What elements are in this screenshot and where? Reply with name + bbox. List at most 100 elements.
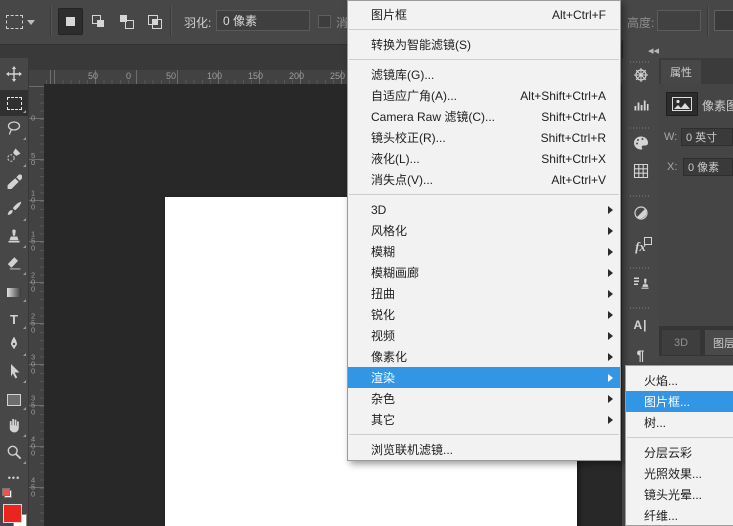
field-input-X[interactable]: 0 像素	[683, 158, 733, 176]
tab-properties[interactable]: 属性	[661, 60, 701, 84]
render-submenu-item[interactable]: 光照效果...	[626, 463, 733, 484]
tool-eraser-tool[interactable]	[0, 252, 28, 278]
feather-label: 羽化:	[184, 14, 211, 31]
filter-menu-separator	[349, 59, 619, 60]
tool-brush-tool[interactable]	[0, 198, 28, 224]
navigator-wheel-icon	[633, 67, 649, 88]
mode-subtract-from-selection[interactable]	[114, 8, 139, 35]
render-submenu-item[interactable]: 镜头光晕...	[626, 484, 733, 505]
tool-eyedropper-tool[interactable]	[0, 171, 28, 197]
filter-menu-item[interactable]: 模糊画廊	[348, 262, 620, 283]
panel-icon-histogram[interactable]	[622, 93, 659, 121]
filter-menu-item[interactable]: 像素化	[348, 346, 620, 367]
tool-rectangular-marquee-tool[interactable]	[0, 90, 28, 116]
tool-type-tool[interactable]: T	[0, 306, 28, 332]
mode-add-to-selection[interactable]	[86, 8, 111, 35]
collapse-panels-button[interactable]: ◂◂	[648, 44, 659, 57]
tool-path-selection-tool[interactable]	[0, 360, 28, 386]
tool-lasso-tool[interactable]	[0, 117, 28, 143]
eraser-icon	[6, 255, 22, 276]
mode-intersect-selection[interactable]	[142, 8, 167, 35]
filter-menu-item[interactable]: 消失点(V)...Alt+Ctrl+V	[348, 169, 620, 190]
filter-menu-item[interactable]: 镜头校正(R)...Shift+Ctrl+R	[348, 127, 620, 148]
filter-menu-item-shortcut: Alt+Shift+Ctrl+A	[520, 89, 606, 103]
filter-menu-item[interactable]: 图片框Alt+Ctrl+F	[348, 4, 620, 25]
filter-menu-item-label: 杂色	[371, 390, 395, 407]
tool-pen-tool[interactable]	[0, 333, 28, 359]
tab-layers[interactable]: 图层	[705, 330, 733, 355]
filter-menu-item[interactable]: Camera Raw 滤镜(C)...Shift+Ctrl+A	[348, 106, 620, 127]
tool-zoom-tool[interactable]	[0, 441, 28, 467]
layer-thumbnail-button[interactable]	[666, 92, 698, 116]
panel-icon-character-panel[interactable]: A|	[622, 311, 659, 339]
layer-type-label: 像素图	[702, 97, 733, 114]
mode-new-selection[interactable]	[58, 8, 83, 35]
height-input[interactable]	[657, 10, 701, 31]
panel-icon-color-palette[interactable]	[622, 131, 659, 159]
render-submenu-item[interactable]: 树...	[626, 412, 733, 433]
filter-menu-item[interactable]: 转换为智能滤镜(S)	[348, 34, 620, 55]
feather-input[interactable]: 0 像素	[216, 10, 310, 31]
partial-input[interactable]	[714, 10, 733, 31]
panel-drag-handle[interactable]	[630, 127, 650, 129]
filter-menu-item-label: 扭曲	[371, 285, 395, 302]
filter-menu-item[interactable]: 锐化	[348, 304, 620, 325]
panel-icon-layer-styles-fx[interactable]: fx	[622, 233, 659, 261]
filter-menu-item-label: 风格化	[371, 222, 407, 239]
divider	[170, 6, 172, 36]
field-input-W[interactable]: 0 英寸	[681, 128, 733, 146]
filter-menu-item-shortcut: Shift+Ctrl+X	[541, 152, 606, 166]
filter-menu-item-shortcut: Shift+Ctrl+A	[541, 110, 606, 124]
tab-3d[interactable]: 3D	[662, 330, 700, 355]
panel-drag-handle[interactable]	[630, 195, 650, 197]
panel-icon-adjustments-halfcircle[interactable]	[622, 201, 659, 229]
hruler-label: 100	[207, 71, 222, 81]
render-submenu-item[interactable]: 分层云彩	[626, 442, 733, 463]
filter-menu-item[interactable]: 视频	[348, 325, 620, 346]
filter-menu-item[interactable]: 扭曲	[348, 283, 620, 304]
filter-menu-item-label: 自适应广角(A)...	[371, 87, 457, 104]
panel-icon-swatches-grid[interactable]	[622, 159, 659, 187]
filter-menu-item[interactable]: 渲染	[348, 367, 620, 388]
vruler-label: 1 0 0	[31, 190, 35, 211]
filter-menu-item[interactable]: 自适应广角(A)... Alt+Shift+Ctrl+A	[348, 85, 620, 106]
tool-rectangle-tool[interactable]	[0, 387, 28, 413]
vruler-label: 1 5 0	[31, 231, 35, 252]
filter-menu-item[interactable]: 模糊	[348, 241, 620, 262]
render-submenu-item[interactable]: 图片框...	[626, 391, 733, 412]
filter-menu-item[interactable]: 液化(L)...Shift+Ctrl+X	[348, 148, 620, 169]
panel-icon-clone-source[interactable]	[622, 271, 659, 299]
tool-clone-stamp-tool[interactable]	[0, 225, 28, 251]
render-submenu-item-label: 光照效果...	[644, 465, 702, 482]
rectangle-icon	[7, 394, 21, 406]
lasso-icon	[6, 120, 22, 141]
gradient-icon	[7, 288, 21, 297]
antialias-checkbox[interactable]	[318, 15, 331, 28]
default-colors-icon[interactable]	[2, 488, 12, 498]
move-icon	[6, 66, 22, 87]
tool-quick-selection-tool[interactable]	[0, 144, 28, 170]
render-submenu-item[interactable]: 火焰...	[626, 370, 733, 391]
adjustments-halfcircle-icon	[633, 205, 649, 226]
filter-menu-item[interactable]: 杂色	[348, 388, 620, 409]
panel-drag-handle[interactable]	[630, 307, 650, 309]
zoom-icon	[6, 444, 22, 465]
panel-icon-navigator-wheel[interactable]	[622, 63, 659, 91]
filter-menu-item-label: 镜头校正(R)...	[371, 129, 446, 146]
foreground-color-swatch[interactable]	[3, 504, 22, 523]
tool-gradient-tool[interactable]	[0, 279, 28, 305]
filter-menu-item[interactable]: 滤镜库(G)...	[348, 64, 620, 85]
filter-menu-item[interactable]: 风格化	[348, 220, 620, 241]
hruler-label: 200	[289, 71, 304, 81]
tool-hand-tool[interactable]	[0, 414, 28, 440]
tool-preset-button[interactable]	[6, 8, 40, 36]
render-submenu-item[interactable]: 纤维...	[626, 505, 733, 526]
tool-move-tool[interactable]	[0, 63, 28, 89]
vruler-label: 2 5 0	[31, 313, 35, 334]
filter-menu-item-label: 模糊画廊	[371, 264, 419, 281]
filter-menu-item[interactable]: 浏览联机滤镜...	[348, 439, 620, 460]
filter-menu-item[interactable]: 3D	[348, 199, 620, 220]
panel-drag-handle[interactable]	[630, 267, 650, 269]
filter-menu-item[interactable]: 其它	[348, 409, 620, 430]
vruler-label: 5 0	[31, 152, 35, 166]
